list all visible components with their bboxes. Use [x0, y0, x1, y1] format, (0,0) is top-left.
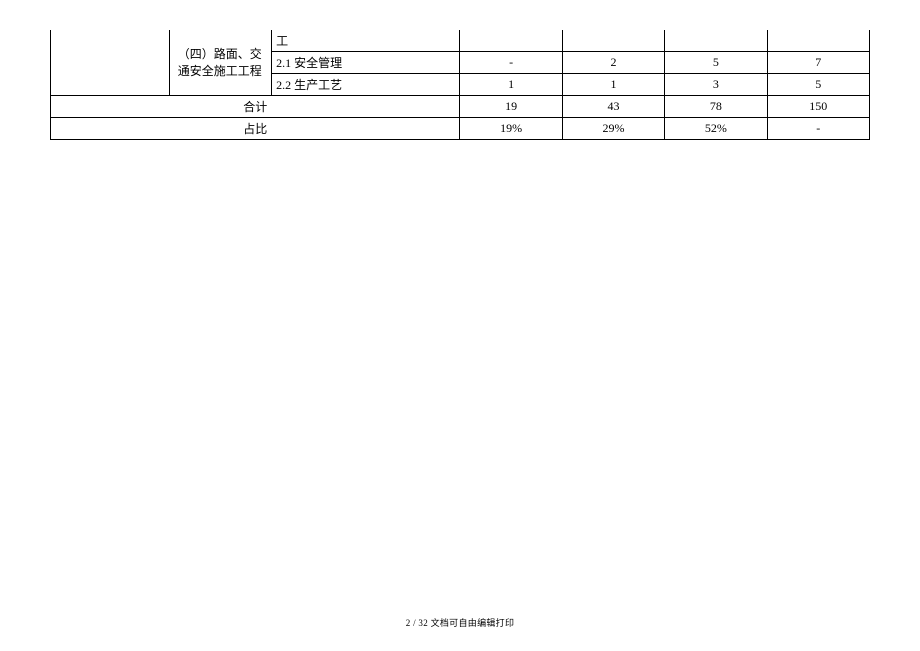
data-cell: 1: [460, 74, 562, 96]
group-cell-a: [51, 30, 170, 96]
sub-label: 2.2 生产工艺: [272, 74, 460, 96]
data-cell: 19: [460, 96, 562, 118]
data-cell: 19%: [460, 118, 562, 140]
group-label: （四）路面、交通安全施工工程: [169, 30, 271, 96]
data-cell: -: [767, 118, 869, 140]
data-cell: 2: [562, 52, 664, 74]
table-row-total: 合计 19 43 78 150: [51, 96, 870, 118]
data-cell: 3: [665, 74, 767, 96]
table-row: （四）路面、交通安全施工工程 工: [51, 30, 870, 52]
table-row-ratio: 占比 19% 29% 52% -: [51, 118, 870, 140]
data-cell: 5: [665, 52, 767, 74]
data-cell: [665, 30, 767, 52]
total-label: 合计: [51, 96, 460, 118]
data-cell: [767, 30, 869, 52]
sub-label: 2.1 安全管理: [272, 52, 460, 74]
data-cell: 150: [767, 96, 869, 118]
data-cell: [460, 30, 562, 52]
data-cell: -: [460, 52, 562, 74]
data-table: （四）路面、交通安全施工工程 工 2.1 安全管理 - 2 5 7 2.2 生产…: [50, 30, 870, 140]
document-page: （四）路面、交通安全施工工程 工 2.1 安全管理 - 2 5 7 2.2 生产…: [0, 0, 920, 140]
data-cell: 29%: [562, 118, 664, 140]
ratio-label: 占比: [51, 118, 460, 140]
data-cell: [562, 30, 664, 52]
page-footer: 2 / 32 文档可自由编辑打印: [0, 616, 920, 629]
data-cell: 7: [767, 52, 869, 74]
data-cell: 52%: [665, 118, 767, 140]
data-cell: 43: [562, 96, 664, 118]
data-cell: 1: [562, 74, 664, 96]
sub-label: 工: [272, 30, 460, 52]
data-cell: 5: [767, 74, 869, 96]
data-cell: 78: [665, 96, 767, 118]
